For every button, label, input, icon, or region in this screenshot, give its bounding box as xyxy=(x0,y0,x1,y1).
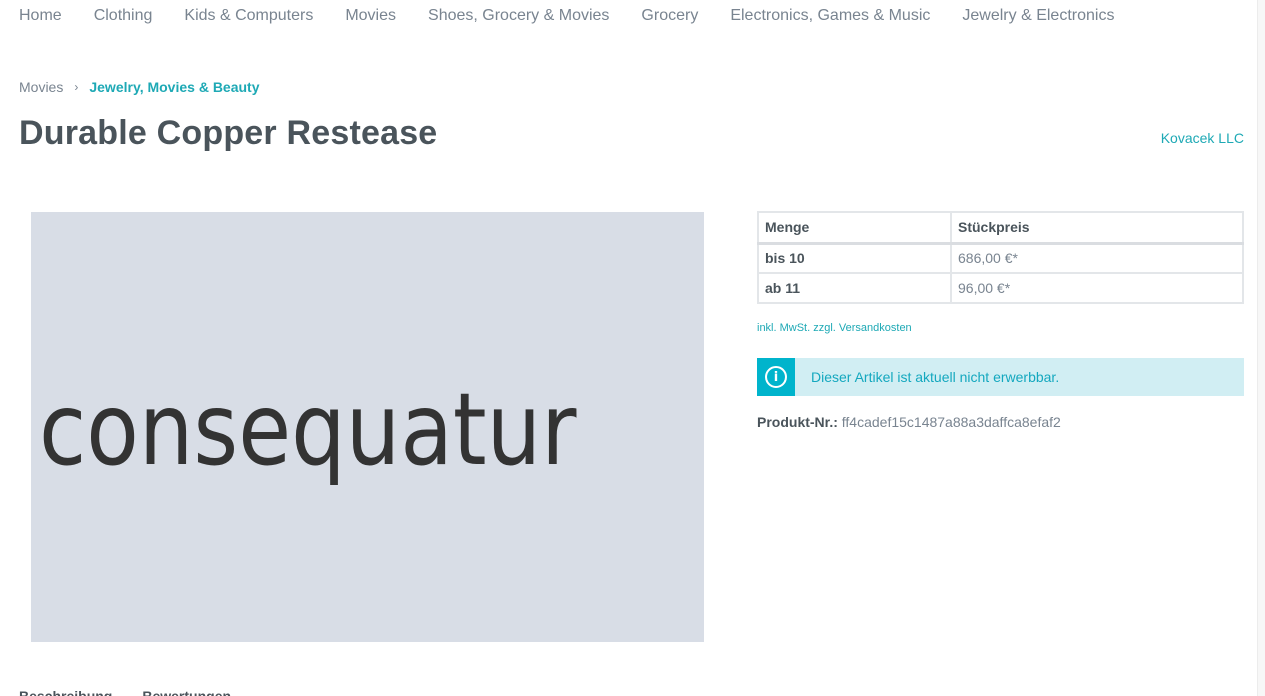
product-number-value: ff4cadef15c1487a88a3daffca8efaf2 xyxy=(841,414,1061,430)
block-price-table: Menge Stückpreis bis 10 686,00 €* ab 11 … xyxy=(757,211,1244,304)
column-header-unit-price: Stückpreis xyxy=(950,211,1244,245)
product-number: Produkt-Nr.: ff4cadef15c1487a88a3daffca8… xyxy=(757,414,1244,430)
table-row: bis 10 686,00 €* xyxy=(757,242,1244,274)
breadcrumb: Movies › Jewelry, Movies & Beauty xyxy=(19,79,260,95)
chevron-right-icon: › xyxy=(74,80,79,94)
manufacturer-link[interactable]: Kovacek LLC xyxy=(1161,130,1244,146)
nav-item-home[interactable]: Home xyxy=(19,0,62,32)
not-available-alert: i Dieser Artikel ist aktuell nicht erwer… xyxy=(757,358,1244,396)
product-image-placeholder-text: consequatur xyxy=(39,371,577,488)
column-header-quantity: Menge xyxy=(757,211,952,245)
nav-item-grocery[interactable]: Grocery xyxy=(641,0,698,32)
info-icon: i xyxy=(765,366,787,388)
product-detail-tabs: Beschreibung Bewertungen xyxy=(19,688,261,696)
table-header-row: Menge Stückpreis xyxy=(757,211,1244,245)
quantity-cell: ab 11 xyxy=(757,272,952,304)
buy-box: Menge Stückpreis bis 10 686,00 €* ab 11 … xyxy=(757,211,1244,430)
alert-message: Dieser Artikel ist aktuell nicht erwerbb… xyxy=(811,369,1060,385)
alert-icon-container: i xyxy=(757,358,795,396)
table-row: ab 11 96,00 €* xyxy=(757,272,1244,304)
nav-item-kids-computers[interactable]: Kids & Computers xyxy=(184,0,313,32)
nav-item-movies[interactable]: Movies xyxy=(345,0,396,32)
nav-item-shoes-grocery-movies[interactable]: Shoes, Grocery & Movies xyxy=(428,0,609,32)
price-cell: 96,00 €* xyxy=(950,272,1244,304)
tab-reviews[interactable]: Bewertungen xyxy=(142,688,231,696)
quantity-cell: bis 10 xyxy=(757,242,952,274)
breadcrumb-item-current[interactable]: Jewelry, Movies & Beauty xyxy=(89,79,259,95)
product-number-label: Produkt-Nr.: xyxy=(757,414,838,430)
breadcrumb-item-movies[interactable]: Movies xyxy=(19,79,63,95)
nav-item-jewelry-electronics[interactable]: Jewelry & Electronics xyxy=(962,0,1114,32)
page-scrollbar[interactable] xyxy=(1257,0,1265,696)
main-navigation: Home Clothing Kids & Computers Movies Sh… xyxy=(0,0,1146,32)
price-cell: 686,00 €* xyxy=(950,242,1244,274)
nav-item-clothing[interactable]: Clothing xyxy=(94,0,153,32)
tab-description[interactable]: Beschreibung xyxy=(19,688,112,696)
product-title: Durable Copper Restease xyxy=(19,114,438,152)
nav-item-electronics-games-music[interactable]: Electronics, Games & Music xyxy=(730,0,930,32)
product-image[interactable]: consequatur xyxy=(31,212,704,642)
shipping-costs-link[interactable]: inkl. MwSt. zzgl. Versandkosten xyxy=(757,322,1244,334)
